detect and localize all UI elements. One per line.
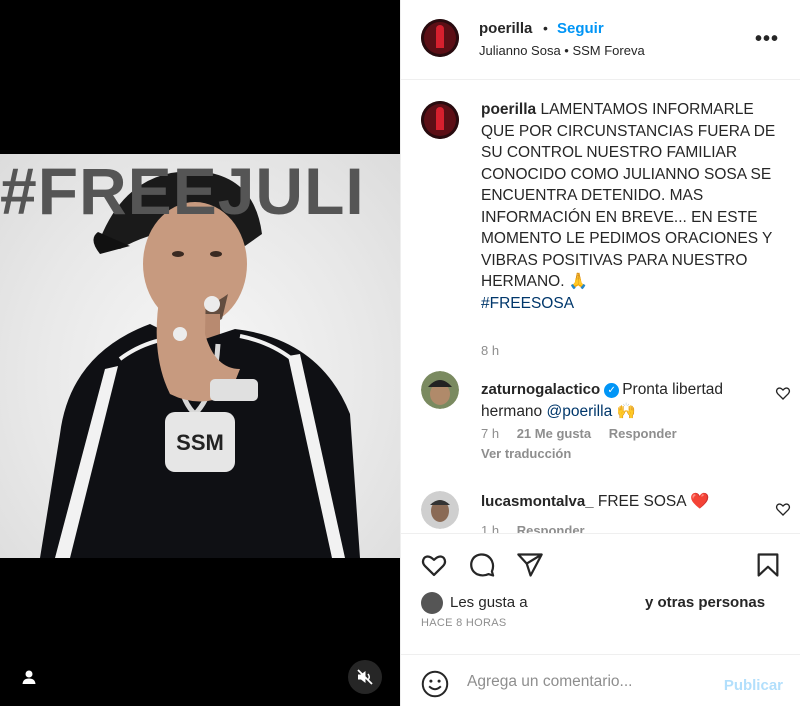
translate-button[interactable]: Ver traducción xyxy=(481,446,571,461)
post-photo[interactable]: SSM #FREEJULI xyxy=(0,154,400,558)
comments-scroll-area[interactable]: poerilla LAMENTAMOS INFORMARLE QUE POR C… xyxy=(401,81,800,533)
caption-hashtag[interactable]: #FREESOSA xyxy=(481,293,781,315)
publish-button[interactable]: Publicar xyxy=(724,677,783,694)
likes-prefix: Les gusta a xyxy=(450,594,528,611)
avatar-image xyxy=(421,371,459,409)
header-separator: • xyxy=(543,20,548,36)
photo-hashtag-overlay: #FREEJULI xyxy=(0,154,365,228)
comment-meta: 1 h Responder xyxy=(481,523,599,533)
comment-emoji: ❤️ xyxy=(690,493,710,510)
user-tag-button[interactable] xyxy=(12,660,46,694)
speaker-muted-icon xyxy=(357,669,373,685)
caption-username[interactable]: poerilla xyxy=(481,101,536,118)
post-actions: Les gusta a y otras personas HACE 8 HORA… xyxy=(401,533,800,654)
share-button[interactable] xyxy=(515,550,545,580)
post-header: poerilla • Seguir Julianno Sosa • SSM Fo… xyxy=(401,0,800,80)
follow-button[interactable]: Seguir xyxy=(557,20,604,37)
comment-input[interactable] xyxy=(467,667,707,697)
caption-time: 8 h xyxy=(481,343,500,358)
comment-likes[interactable]: 21 Me gusta xyxy=(517,426,591,441)
comment-time: 1 h xyxy=(481,523,500,533)
like-comment-heart-icon[interactable] xyxy=(775,501,791,517)
author-username[interactable]: poerilla xyxy=(479,20,532,37)
comment-emoji: 🙌 xyxy=(616,403,636,420)
reply-button[interactable]: Responder xyxy=(609,426,677,441)
reply-button[interactable]: Responder xyxy=(517,523,585,533)
commenter-avatar[interactable] xyxy=(421,491,459,529)
like-comment-heart-icon[interactable] xyxy=(775,385,791,401)
comment-body: FREE SOSA xyxy=(597,493,691,510)
more-options-button[interactable]: ••• xyxy=(755,28,779,51)
caption-body: LAMENTAMOS INFORMARLE QUE POR CIRCUNSTAN… xyxy=(481,101,776,290)
avatar-image xyxy=(421,491,459,529)
bookmark-icon xyxy=(757,553,779,577)
likes-others[interactable]: y otras personas xyxy=(645,594,765,611)
post-media[interactable]: SSM #FREEJULI xyxy=(0,0,400,706)
comment-mention[interactable]: @poerilla xyxy=(546,403,612,420)
comment-button[interactable] xyxy=(467,550,497,580)
caption-avatar[interactable] xyxy=(421,101,459,139)
share-icon xyxy=(517,553,543,577)
commenter-avatar[interactable] xyxy=(421,371,459,409)
emoji-icon[interactable] xyxy=(421,670,449,698)
comment-meta: 7 h 21 Me gusta Responder xyxy=(481,426,691,441)
comment-username[interactable]: lucasmontalva_ xyxy=(481,493,594,510)
comment-text: lucasmontalva_ FREE SOSA ❤️ xyxy=(481,491,751,513)
avatar-image xyxy=(421,101,459,139)
heart-icon xyxy=(421,555,447,577)
svg-text:SSM: SSM xyxy=(176,430,224,455)
comment-time: 7 h xyxy=(481,426,500,441)
post-timestamp[interactable]: HACE 8 HORAS xyxy=(421,617,507,629)
verified-badge-icon: ✓ xyxy=(604,383,620,398)
like-button[interactable] xyxy=(419,550,449,580)
mute-button[interactable] xyxy=(348,660,382,694)
add-comment-bar: Publicar xyxy=(401,654,800,706)
author-avatar[interactable] xyxy=(421,19,459,57)
caption-text: poerilla LAMENTAMOS INFORMARLE QUE POR C… xyxy=(481,99,781,314)
comment-username[interactable]: zaturnogalactico xyxy=(481,381,600,398)
liker-avatar[interactable] xyxy=(421,592,443,614)
comment-icon xyxy=(470,553,495,577)
avatar-image xyxy=(421,19,459,57)
post-sidebar: poerilla • Seguir Julianno Sosa • SSM Fo… xyxy=(400,0,800,706)
audio-subtitle[interactable]: Julianno Sosa • SSM Foreva xyxy=(479,43,645,58)
user-icon xyxy=(22,670,36,684)
save-button[interactable] xyxy=(753,550,783,580)
comment-text: zaturnogalactico ✓ Pronta libertad hermano… xyxy=(481,379,751,423)
